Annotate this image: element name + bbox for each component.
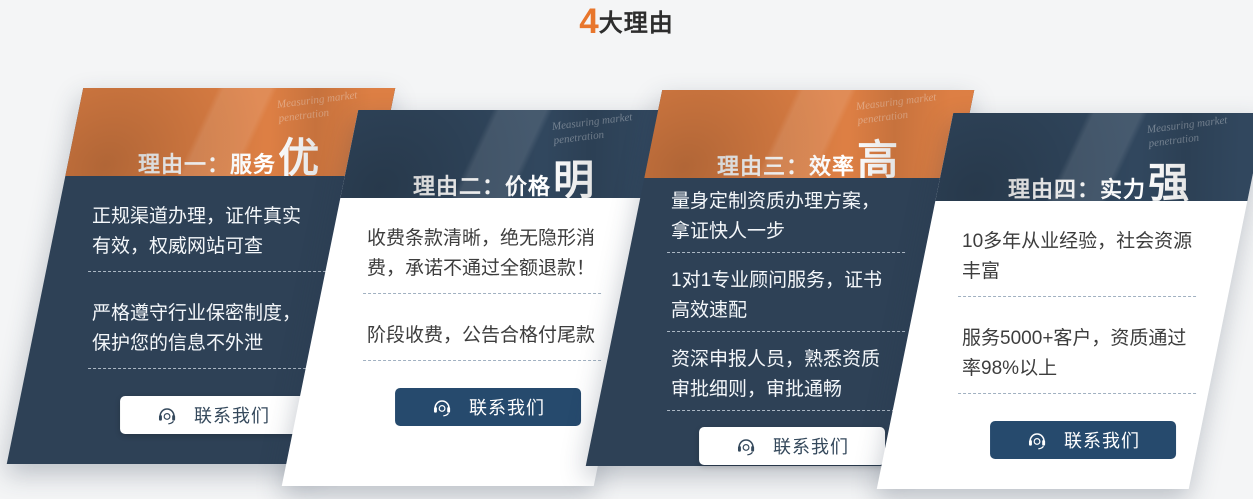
- reason-card-4-body: 10多年从业经验，社会资源 丰富服务5000+客户，资质通过 率98%以上 联系…: [877, 201, 1248, 489]
- card-item-text: 资深申报人员，熟悉资质 审批细则，审批通畅: [671, 345, 905, 405]
- contact-us-button[interactable]: 联系我们: [990, 421, 1176, 459]
- dashed-divider: [958, 296, 1196, 297]
- headset-icon: [1026, 429, 1048, 451]
- card-item-text: 1对1专业顾问服务，证书 高效速配: [671, 266, 905, 326]
- reason-title: 理由二：价格: [413, 176, 551, 198]
- dashed-divider: [363, 360, 601, 361]
- contact-us-label: 联系我们: [194, 402, 270, 428]
- reason-title: 理由四：实力: [1008, 179, 1146, 201]
- headset-icon: [735, 435, 757, 457]
- headset-icon: [431, 396, 453, 418]
- reason-card-3-header: Measuring market penetration 理由三：效率 高: [644, 90, 974, 178]
- reason-title-highlight: 强: [1148, 166, 1189, 201]
- section-title-text: 大理由: [599, 10, 674, 37]
- dashed-divider: [88, 368, 326, 369]
- card-item-text: 严格遵守行业保密制度， 保护您的信息不外泄: [92, 299, 326, 359]
- headset-icon: [156, 404, 178, 426]
- card-item-text: 量身定制资质办理方案， 拿证快人一步: [671, 187, 905, 247]
- card-item-text: 正规渠道办理，证件真实 有效，权威网站可查: [92, 202, 326, 262]
- card-item-text: 阶段收费，公告合格付尾款: [367, 321, 601, 351]
- reason-title: 理由一：服务: [138, 154, 276, 176]
- card-item-text: 服务5000+客户，资质通过 率98%以上: [962, 324, 1196, 384]
- dashed-divider: [88, 271, 326, 272]
- newsprint-watermark: Measuring market penetration: [1146, 113, 1230, 151]
- contact-us-label: 联系我们: [469, 394, 545, 420]
- dashed-divider: [667, 331, 905, 332]
- dashed-divider: [667, 252, 905, 253]
- reason-title: 理由三：效率: [717, 156, 855, 178]
- newsprint-watermark: Measuring market penetration: [276, 88, 360, 126]
- contact-us-button[interactable]: 联系我们: [120, 396, 306, 434]
- reason-title-highlight: 明: [553, 163, 594, 198]
- section-title-number: 4: [579, 2, 598, 41]
- contact-us-button[interactable]: 联系我们: [395, 388, 581, 426]
- card-item-text: 收费条款清晰，绝无隐形消 费，承诺不通过全额退款！: [367, 224, 601, 284]
- section-title: 4大理由: [0, 2, 1253, 42]
- dashed-divider: [667, 410, 905, 411]
- reason-card-4-header: Measuring market penetration 理由四：实力 强: [935, 113, 1253, 201]
- dashed-divider: [363, 293, 601, 294]
- contact-us-button[interactable]: 联系我们: [699, 427, 885, 465]
- dashed-divider: [958, 393, 1196, 394]
- card-item-text: 10多年从业经验，社会资源 丰富: [962, 227, 1196, 287]
- newsprint-watermark: Measuring market penetration: [551, 110, 635, 148]
- contact-us-label: 联系我们: [1064, 427, 1140, 453]
- newsprint-watermark: Measuring market penetration: [855, 90, 939, 128]
- reason-card-1-header: Measuring market penetration 理由一：服务 优: [65, 88, 395, 176]
- contact-us-label: 联系我们: [773, 433, 849, 459]
- reason-title-highlight: 高: [857, 143, 898, 178]
- reason-title-highlight: 优: [278, 141, 319, 176]
